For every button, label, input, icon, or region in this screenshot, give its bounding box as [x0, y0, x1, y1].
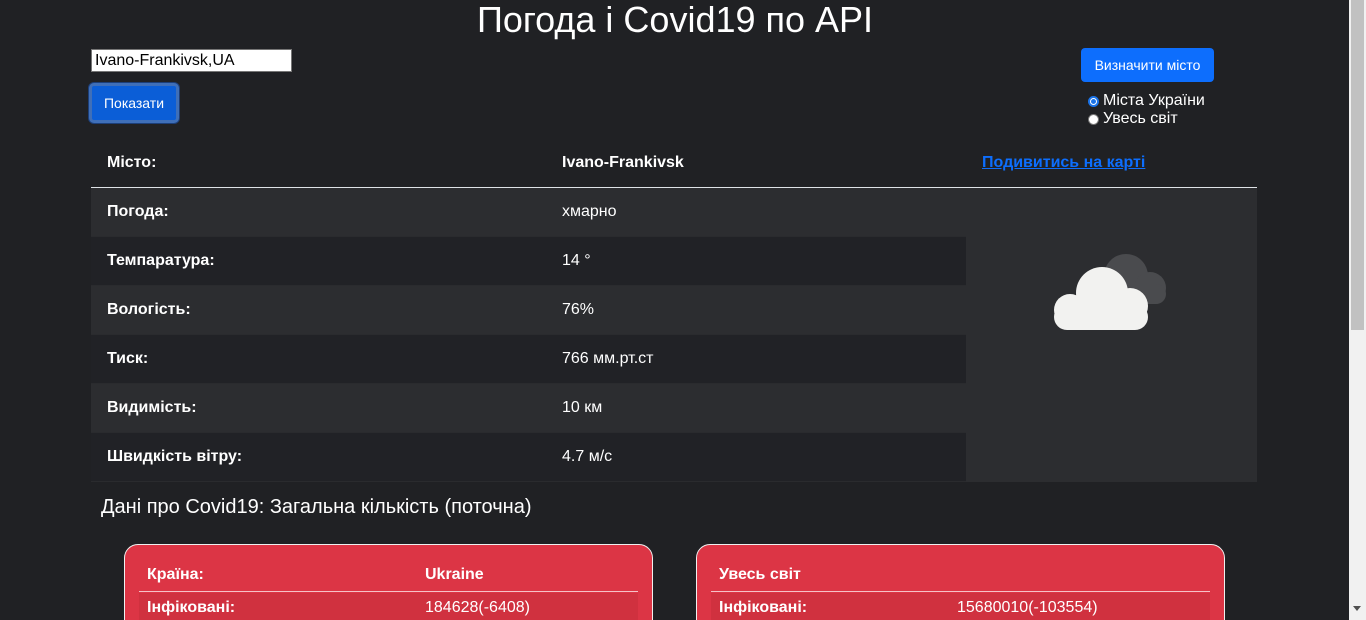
city-label: Місто: — [107, 154, 157, 171]
radio-ukraine-cities[interactable]: Міста України — [1088, 92, 1205, 110]
row-value: 10 км — [562, 399, 603, 416]
weather-icon-cell — [966, 188, 1257, 482]
radio-unchecked-icon[interactable] — [1088, 113, 1099, 125]
infected-value: 15680010(-103554) — [957, 599, 1098, 616]
infected-value: 184628(-6408) — [425, 599, 530, 616]
row-value: 4.7 м/с — [562, 448, 613, 465]
card-header: Країна: Ukraine — [139, 545, 638, 592]
table-row: Темпаратура: 14 ° — [91, 237, 966, 286]
world-label: Увесь світ — [719, 566, 801, 583]
page-title: Погода і Covid19 по API — [476, 0, 874, 40]
infected-label: Інфіковані: — [147, 599, 236, 616]
radio-label-world: Увесь світ — [1103, 110, 1178, 127]
table-row: Тиск: 766 мм.рт.ст — [91, 335, 966, 384]
radio-whole-world[interactable]: Увесь світ — [1088, 110, 1205, 128]
row-key: Погода: — [107, 203, 169, 220]
infected-label: Інфіковані: — [719, 599, 808, 616]
row-key: Швидкість вітру: — [107, 448, 243, 465]
world-covid-card: Увесь світ Інфіковані: 15680010(-103554) — [696, 544, 1225, 620]
radio-label-ukraine: Міста України — [1103, 92, 1205, 109]
cloud-icon — [1054, 254, 1166, 330]
card-header: Увесь світ — [711, 545, 1210, 592]
show-button[interactable]: Показати — [89, 83, 179, 123]
view-on-map-link[interactable]: Подивитись на карті — [982, 154, 1145, 172]
row-key: Темпаратура: — [107, 252, 215, 269]
table-row: Вологість: 76% — [91, 286, 966, 335]
row-key: Видимість: — [107, 399, 197, 416]
row-value: хмарно — [562, 203, 617, 220]
weather-table: Місто: Ivano-Frankivsk Подивитись на кар… — [91, 138, 1257, 482]
weather-table-header: Місто: Ivano-Frankivsk Подивитись на кар… — [91, 138, 1257, 188]
covid-section-title: Дані про Covid19: Загальна кількість (по… — [101, 496, 532, 518]
country-label: Країна: — [147, 566, 204, 583]
region-radio-group: Міста України Увесь світ — [1088, 92, 1205, 128]
radio-checked-icon[interactable] — [1088, 95, 1099, 107]
table-row: Швидкість вітру: 4.7 м/с — [91, 433, 966, 482]
city-value: Ivano-Frankivsk — [562, 154, 684, 171]
city-search-input[interactable] — [91, 49, 292, 72]
table-row: Видимість: 10 км — [91, 384, 966, 433]
card-row: Інфіковані: 184628(-6408) — [139, 593, 638, 620]
country-covid-card: Країна: Ukraine Інфіковані: 184628(-6408… — [124, 544, 653, 620]
card-row: Інфіковані: 15680010(-103554) — [711, 593, 1210, 620]
scrollbar-thumb[interactable] — [1351, 0, 1364, 330]
page-scrollbar[interactable] — [1349, 0, 1366, 620]
country-value: Ukraine — [425, 566, 484, 583]
row-value: 76% — [562, 301, 595, 318]
table-row: Погода: хмарно — [91, 188, 966, 237]
row-key: Вологість: — [107, 301, 191, 318]
scroll-down-arrow-icon[interactable] — [1353, 606, 1361, 611]
row-value: 766 мм.рт.ст — [562, 350, 654, 367]
locate-city-button[interactable]: Визначити місто — [1081, 48, 1214, 82]
row-key: Тиск: — [107, 350, 149, 367]
row-value: 14 ° — [562, 252, 591, 269]
